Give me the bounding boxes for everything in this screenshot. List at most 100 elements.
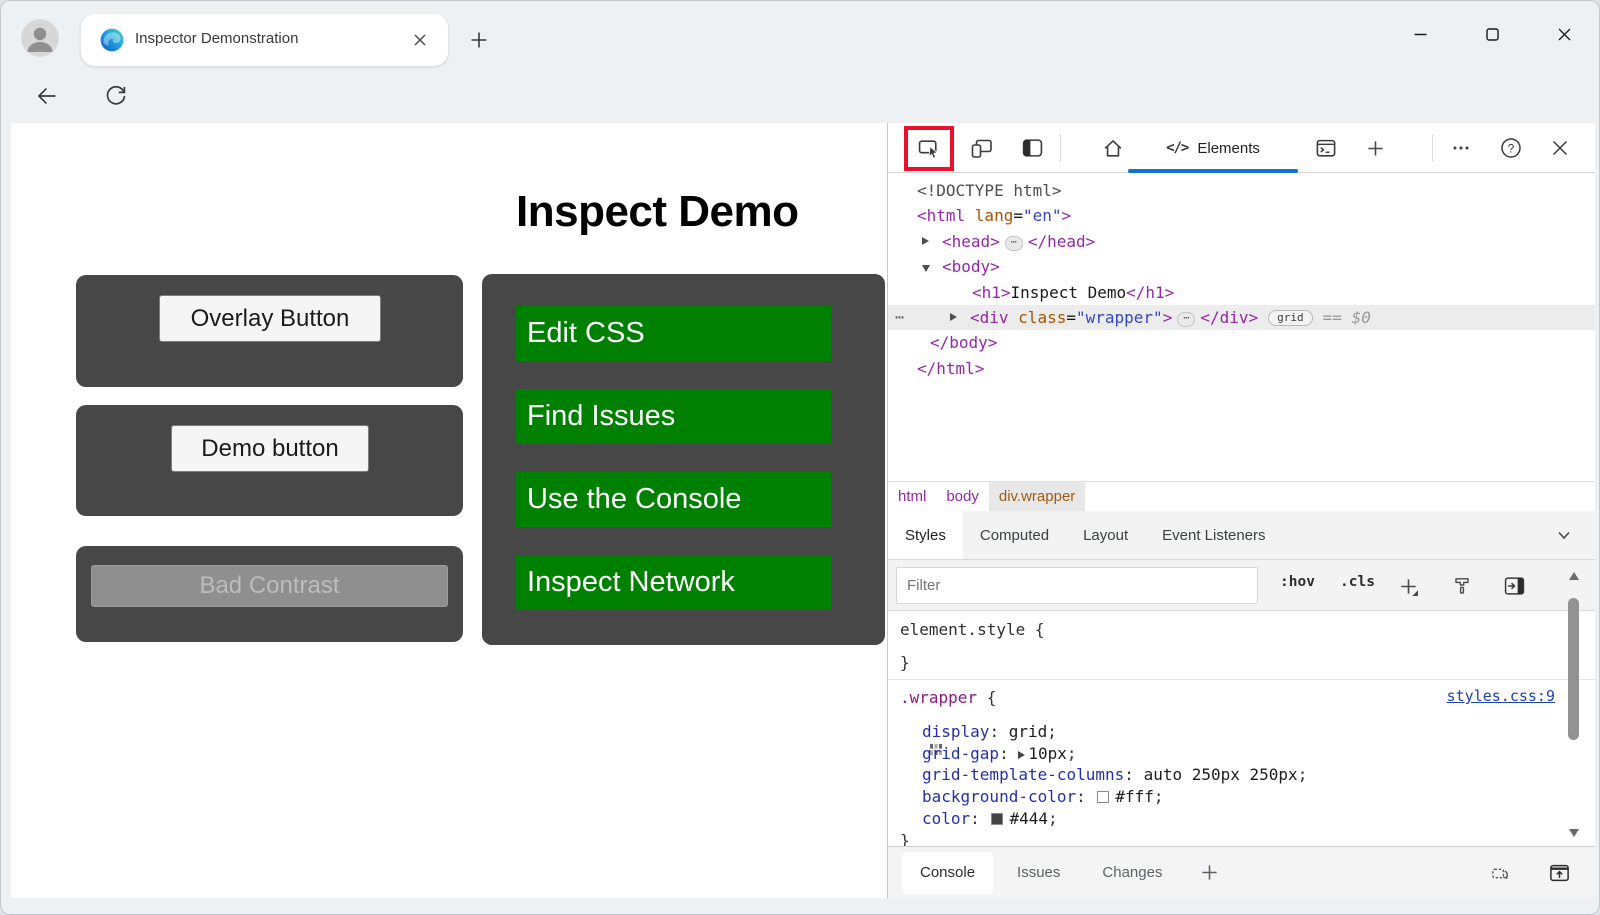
plus-icon: [1399, 577, 1418, 596]
css-property-grid-template-columns[interactable]: grid-template-columns: auto 250px 250px;: [922, 764, 1307, 786]
tab-event-listeners[interactable]: Event Listeners: [1145, 511, 1282, 559]
css-property-background-color[interactable]: background-color: #fff;: [922, 786, 1164, 808]
plus-icon: [1200, 863, 1219, 882]
styles-pane: element.style { } .wrapper { styles.css:…: [888, 611, 1595, 846]
devtools-add-tab-button[interactable]: [1359, 133, 1391, 163]
elements-tab-label: Elements: [1197, 140, 1260, 157]
code-brackets-icon: </>: [1166, 140, 1188, 156]
close-icon: [1557, 27, 1572, 42]
browser-content: Inspect Demo Overlay Button Demo button …: [11, 123, 1595, 898]
close-icon: [1551, 139, 1569, 157]
scroll-down-arrow-icon[interactable]: [1569, 829, 1579, 837]
dom-tree-node[interactable]: </html>: [888, 356, 1595, 381]
color-swatch[interactable]: [1097, 791, 1109, 803]
tab-styles[interactable]: Styles: [888, 511, 963, 559]
format-painter-button[interactable]: [1448, 572, 1476, 600]
dom-tree-node[interactable]: ⋯<div class="wrapper">⋯</div>grid== $0: [888, 305, 1595, 330]
breadcrumb: htmlbodydiv.wrapper: [888, 481, 1595, 511]
scroll-up-arrow-icon[interactable]: [1569, 572, 1579, 580]
rule-divider: [888, 679, 1595, 680]
scrollbar-thumb[interactable]: [1568, 598, 1579, 740]
back-button[interactable]: [33, 82, 61, 110]
grid-badge[interactable]: grid: [1268, 310, 1313, 326]
breadcrumb-item[interactable]: div.wrapper: [989, 482, 1085, 511]
navigation-bar: https://microsoftedge.github.io/Demos/de…: [1, 69, 1599, 123]
refresh-button[interactable]: [102, 82, 130, 110]
drawer-add-tab-button[interactable]: [1196, 860, 1222, 886]
expand-shorthand-icon[interactable]: [1018, 751, 1025, 759]
element-style-close-brace: }: [900, 652, 910, 674]
expand-quick-view-button[interactable]: [1544, 859, 1574, 887]
console-icon: [1315, 138, 1337, 159]
node-menu-dots[interactable]: ⋯: [895, 305, 904, 330]
drawer-bar: ConsoleIssuesChanges: [888, 846, 1595, 898]
collapsed-content-button[interactable]: ⋯: [1005, 236, 1023, 251]
drawer-tab-issues[interactable]: Issues: [999, 852, 1078, 894]
dom-tree-node[interactable]: <head>⋯</head>: [888, 229, 1595, 254]
toggle-sidebar-button[interactable]: [1500, 572, 1528, 600]
overlay-button[interactable]: Overlay Button: [159, 295, 381, 342]
devtools-close-button[interactable]: [1544, 133, 1576, 163]
collapse-arrow-icon[interactable]: [922, 265, 930, 272]
page-link-button[interactable]: Edit CSS: [516, 306, 831, 361]
page-title: Inspect Demo: [516, 187, 799, 237]
element-class-toggle[interactable]: .cls: [1340, 574, 1375, 590]
page-link-button[interactable]: Use the Console: [516, 472, 831, 527]
drawer-tab-changes[interactable]: Changes: [1084, 852, 1180, 894]
dock-side-button[interactable]: [1016, 133, 1048, 163]
tab-close-icon[interactable]: [408, 28, 432, 52]
dom-tree-node[interactable]: </body>: [888, 330, 1595, 355]
rotate-panel-button[interactable]: [1486, 859, 1516, 887]
tab-computed[interactable]: Computed: [963, 511, 1066, 559]
styles-filter-input[interactable]: [896, 567, 1258, 604]
profile-avatar[interactable]: [21, 19, 59, 57]
new-tab-button[interactable]: [465, 26, 493, 54]
wrapper-rule-selector[interactable]: .wrapper {: [900, 687, 996, 709]
browser-tab[interactable]: Inspector Demonstration: [81, 14, 448, 66]
window-close-button[interactable]: [1551, 21, 1577, 47]
css-property-grid-gap[interactable]: grid-gap: 10px;: [922, 743, 1077, 765]
css-property-color[interactable]: color: #444;: [922, 808, 1058, 830]
collapsed-content-button[interactable]: ⋯: [1177, 312, 1195, 327]
drawer-tab-console[interactable]: Console: [902, 852, 993, 894]
tab-layout[interactable]: Layout: [1066, 511, 1145, 559]
stylesheet-source-link[interactable]: styles.css:9: [1447, 687, 1555, 705]
page-link-button[interactable]: Inspect Network: [516, 555, 831, 610]
dom-tree-node[interactable]: <html lang="en">: [888, 203, 1595, 228]
devtools-more-button[interactable]: [1445, 133, 1477, 163]
wrapper-rule-close-brace: }: [900, 830, 910, 846]
edge-favicon-icon: [99, 27, 125, 53]
color-swatch[interactable]: [991, 813, 1003, 825]
window-minimize-button[interactable]: [1407, 21, 1433, 47]
demo-button-panel: Demo button: [76, 405, 463, 516]
expand-arrow-icon[interactable]: [922, 237, 929, 245]
paint-brush-icon: [1452, 576, 1472, 596]
element-style-rule[interactable]: element.style {: [900, 619, 1045, 641]
pseudo-state-toggle[interactable]: :hov: [1280, 574, 1315, 590]
demo-button[interactable]: Demo button: [171, 425, 369, 472]
home-icon: [1102, 138, 1124, 159]
dom-tree-node[interactable]: <!DOCTYPE html>: [888, 178, 1595, 203]
device-emulation-button[interactable]: [966, 133, 998, 163]
window-maximize-button[interactable]: [1479, 21, 1505, 47]
bad-contrast-button[interactable]: Bad Contrast: [91, 565, 448, 607]
expand-panel-icon: [1549, 863, 1570, 883]
devtools-home-button[interactable]: [1097, 133, 1129, 163]
console-panel-button[interactable]: [1310, 133, 1342, 163]
breadcrumb-item[interactable]: html: [888, 482, 936, 511]
styles-filter-bar: :hov .cls: [888, 560, 1595, 611]
styles-scrollbar[interactable]: [1567, 566, 1581, 843]
expand-arrow-icon[interactable]: [950, 313, 957, 321]
page-link-button[interactable]: Find Issues: [516, 389, 831, 444]
dom-tree-node[interactable]: <body>: [888, 254, 1595, 279]
new-style-rule-button[interactable]: [1394, 572, 1422, 600]
breadcrumb-item[interactable]: body: [936, 482, 989, 511]
refresh-icon: [104, 84, 128, 108]
demo-page: Inspect Demo Overlay Button Demo button …: [11, 123, 888, 898]
devtools-help-button[interactable]: ?: [1495, 133, 1527, 163]
chevron-down-icon[interactable]: [1555, 526, 1573, 544]
dock-left-icon: [1022, 138, 1043, 158]
panel-arrow-icon: [1504, 576, 1525, 596]
tab-elements[interactable]: </> Elements: [1128, 123, 1298, 173]
dom-tree-node[interactable]: <h1>Inspect Demo</h1>: [888, 280, 1595, 305]
